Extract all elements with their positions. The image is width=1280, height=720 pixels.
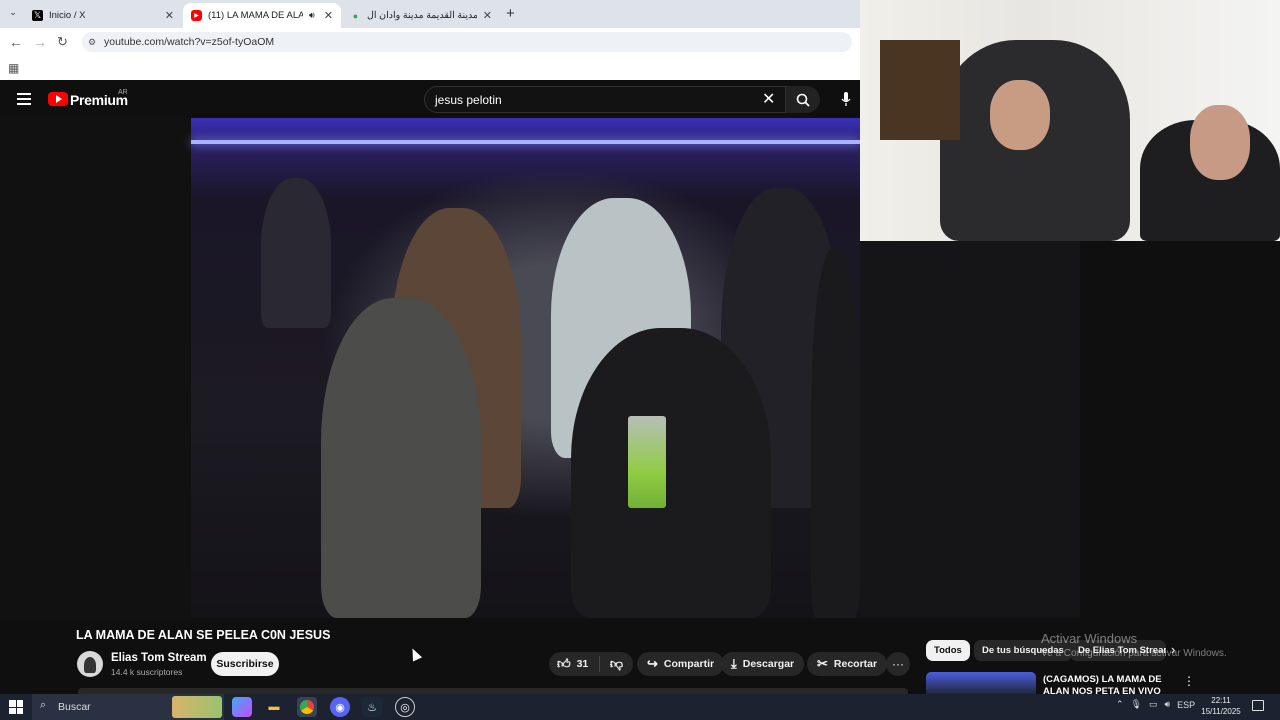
- download-icon: ⤓: [731, 656, 737, 671]
- dislike-button[interactable]: 👎︎: [599, 656, 633, 672]
- copilot-icon[interactable]: [232, 697, 252, 717]
- clock-date: 15/11/2025: [1201, 707, 1241, 716]
- chevron-up-icon[interactable]: ⌃: [1116, 699, 1124, 710]
- webcam-overlay: [860, 0, 1280, 241]
- search-highlight-image[interactable]: [172, 696, 222, 718]
- video-player[interactable]: [191, 118, 860, 618]
- channel-avatar[interactable]: [77, 651, 103, 677]
- tab-x[interactable]: 𝕏 Inicio / X ✕: [24, 3, 182, 28]
- windows-start-icon[interactable]: [9, 700, 23, 714]
- url-text: youtube.com/watch?v=z5of-tyOaOM: [104, 36, 275, 48]
- system-tray: ⌃ 🎙︎ ▭ 🔊︎ ESP: [1116, 699, 1195, 710]
- more-actions-button[interactable]: ···: [886, 652, 910, 676]
- notifications-icon[interactable]: [1252, 700, 1264, 711]
- reload-icon[interactable]: ↻: [57, 34, 68, 50]
- microphone-icon: [841, 92, 851, 106]
- chip-all[interactable]: Todos: [926, 640, 970, 661]
- clear-search-icon[interactable]: ✕: [762, 89, 775, 109]
- like-dislike-group: 👍︎ 31 👎︎: [549, 652, 633, 676]
- like-button[interactable]: 👍︎ 31: [549, 656, 599, 672]
- share-icon: ↪: [647, 656, 658, 671]
- tab-maps[interactable]: ● من المدينة القديمة مدينة وادان ال ✕: [342, 3, 500, 28]
- microphone-icon[interactable]: 🎙︎: [1131, 699, 1142, 710]
- menu-icon[interactable]: [17, 93, 31, 105]
- drink-cup: [628, 416, 666, 508]
- region-code: AR: [118, 89, 128, 96]
- tab-label: Inicio / X: [49, 10, 86, 21]
- scissors-icon: ✂: [817, 656, 828, 671]
- site-info-icon[interactable]: ⚙: [88, 37, 96, 48]
- voice-search-button[interactable]: [832, 86, 860, 113]
- windows-activation-text: Ve a Configuración para activar Windows.: [1041, 648, 1227, 659]
- tab-label: من المدينة القديمة مدينة وادان ال: [367, 10, 477, 21]
- clip-label: Recortar: [833, 658, 878, 670]
- video-title: LA MAMA DE ALAN SE PELEA C0N JESUS: [76, 628, 331, 642]
- video-person: [321, 298, 481, 618]
- search-icon: [796, 93, 810, 107]
- search-query: jesus pelotin: [435, 92, 502, 107]
- tab-strip: ⌄ 𝕏 Inicio / X ✕ ▶ (11) LA MAMA DE ALAN …: [0, 0, 860, 28]
- kebab-menu-icon[interactable]: ⋮: [1183, 674, 1195, 688]
- close-icon[interactable]: ✕: [477, 9, 492, 22]
- apps-grid-icon[interactable]: ▦: [8, 61, 19, 75]
- right-panel-shade: [860, 241, 1080, 618]
- thumbs-down-icon: 👎︎: [609, 656, 624, 671]
- x-logo-icon: 𝕏: [32, 10, 43, 21]
- forward-icon[interactable]: →: [33, 34, 47, 50]
- close-icon[interactable]: ✕: [159, 9, 174, 22]
- subscribe-button[interactable]: Suscribirse: [211, 652, 279, 676]
- video-person: [811, 248, 860, 618]
- shelf: [880, 40, 960, 140]
- discord-icon[interactable]: ◉: [330, 697, 350, 717]
- chrome-icon[interactable]: [297, 697, 317, 717]
- download-button[interactable]: ⤓ Descargar: [721, 652, 805, 676]
- maps-icon: ●: [352, 10, 359, 21]
- thumbs-up-icon: 👍︎: [557, 656, 571, 671]
- share-label: Compartir: [663, 658, 715, 670]
- speaker-icon[interactable]: 🔊︎: [309, 10, 315, 21]
- close-icon[interactable]: ✕: [318, 9, 333, 22]
- clock-time: 22:11: [1211, 696, 1231, 705]
- volume-icon[interactable]: 🔊︎: [1165, 699, 1171, 710]
- search-icon: ⌕: [40, 699, 47, 711]
- tab-youtube[interactable]: ▶ (11) LA MAMA DE ALAN SE 🔊︎ ✕: [183, 3, 341, 28]
- file-explorer-icon[interactable]: ▬: [264, 697, 284, 717]
- recommended-title[interactable]: (CAGAMOS) LA MAMA DE ALAN NOS PETA EN VI…: [1043, 674, 1173, 694]
- taskbar-search-placeholder: Buscar: [58, 701, 91, 713]
- streamer-face: [990, 80, 1050, 150]
- video-person: [261, 178, 331, 328]
- subscriber-count: 14.4 k suscriptores: [111, 667, 183, 677]
- windows-activation-title: Activar Windows: [1041, 631, 1138, 646]
- led-strip: [191, 140, 860, 144]
- bookmarks-bar: ▦: [0, 56, 860, 80]
- language-indicator[interactable]: ESP: [1177, 700, 1195, 710]
- tab-search-icon[interactable]: ⌄: [6, 7, 20, 21]
- address-bar[interactable]: ⚙ youtube.com/watch?v=z5of-tyOaOM: [82, 32, 852, 52]
- search-button[interactable]: [786, 86, 820, 113]
- like-count: 31: [576, 658, 589, 670]
- network-icon[interactable]: ▭: [1149, 699, 1158, 710]
- channel-name[interactable]: Elias Tom Stream: [111, 652, 207, 664]
- mouse-cursor: [407, 646, 423, 662]
- youtube-icon: ▶: [191, 10, 202, 21]
- obs-icon[interactable]: ◎: [395, 697, 415, 717]
- tab-label: (11) LA MAMA DE ALAN SE: [208, 10, 303, 21]
- clip-button[interactable]: ✂ Recortar: [807, 652, 888, 676]
- player-letterbox: [0, 118, 191, 618]
- taskbar-clock[interactable]: 22:11 15/11/2025: [1196, 695, 1246, 717]
- video-person: [571, 328, 771, 618]
- new-tab-button[interactable]: +: [506, 5, 515, 22]
- guest-face: [1190, 105, 1250, 180]
- chrome-logo: [300, 700, 314, 714]
- steam-icon[interactable]: ♨: [362, 697, 382, 717]
- recommended-thumbnail[interactable]: [926, 672, 1036, 694]
- back-icon[interactable]: ←: [9, 34, 23, 50]
- share-button[interactable]: ↪ Compartir: [637, 652, 725, 676]
- download-label: Descargar: [742, 658, 795, 670]
- youtube-logo-icon[interactable]: [48, 92, 68, 106]
- search-input[interactable]: jesus pelotin: [424, 86, 786, 113]
